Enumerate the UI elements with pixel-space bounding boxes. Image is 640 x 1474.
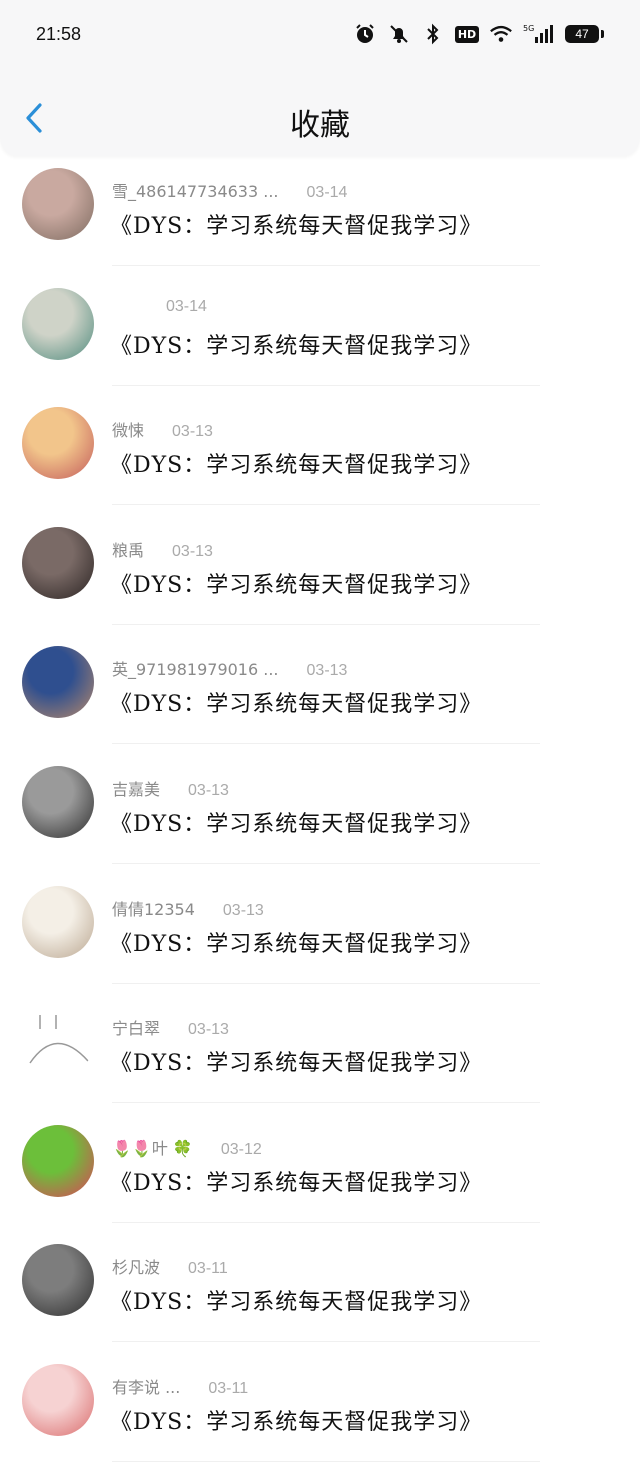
item-meta: 有李说 ... 03-11 xyxy=(112,1374,248,1398)
avatar[interactable] xyxy=(22,646,94,719)
divider xyxy=(112,743,540,745)
item-title[interactable]: 《DYS：学习系统每天督促我学习》 xyxy=(110,686,482,718)
divider xyxy=(112,1341,540,1343)
alarm-icon xyxy=(353,22,377,46)
list-item[interactable]: 微悚 03-13 《DYS：学习系统每天督促我学习》 xyxy=(0,397,640,517)
item-title[interactable]: 《DYS：学习系统每天督促我学习》 xyxy=(110,1404,482,1436)
username[interactable]: 杉凡波 xyxy=(112,1254,160,1278)
item-title[interactable]: 《DYS：学习系统每天督促我学习》 xyxy=(110,567,482,599)
avatar[interactable] xyxy=(22,765,94,838)
hd-icon: HD xyxy=(454,22,480,46)
divider xyxy=(112,384,540,386)
divider xyxy=(112,504,540,506)
battery-indicator: 47 xyxy=(565,25,604,43)
username[interactable]: 宁白翠 xyxy=(112,1015,160,1039)
avatar[interactable] xyxy=(22,1005,94,1078)
item-date: 03-14 xyxy=(306,184,348,201)
item-meta: 03-14 xyxy=(112,298,207,316)
item-meta: 杉凡波 03-11 xyxy=(112,1254,228,1278)
item-meta: 英_971981979016 ... 03-13 xyxy=(112,656,347,680)
list-item[interactable]: 宁白翠 03-13 《DYS：学习系统每天督促我学习》 xyxy=(0,995,640,1115)
divider xyxy=(112,1221,540,1223)
list-item[interactable]: 03-14 《DYS：学习系统每天督促我学习》 xyxy=(0,278,640,398)
avatar[interactable] xyxy=(22,526,94,599)
item-meta: 倩倩12354 03-13 xyxy=(112,896,264,920)
item-date: 03-13 xyxy=(172,542,213,560)
item-meta: 🌷🌷叶 🍀 03-12 xyxy=(112,1135,262,1159)
item-date: 03-13 xyxy=(172,423,213,441)
avatar[interactable] xyxy=(22,1124,94,1197)
avatar[interactable] xyxy=(22,1363,94,1436)
bluetooth-icon xyxy=(421,22,445,46)
item-title[interactable]: 《DYS：学习系统每天督促我学习》 xyxy=(110,926,482,958)
battery-level: 47 xyxy=(565,25,599,43)
username[interactable]: 粮禹 xyxy=(112,537,144,561)
username[interactable]: 雪_486147734633 ... xyxy=(112,178,279,202)
item-date: 03-13 xyxy=(306,662,348,680)
item-date: 03-13 xyxy=(222,901,264,919)
list-item[interactable]: 🌷🌷叶 🍀 03-12 《DYS：学习系统每天督促我学习》 xyxy=(0,1115,640,1235)
page-title: 收藏 xyxy=(290,108,350,143)
divider xyxy=(112,1102,540,1104)
username[interactable]: 吉嘉美 xyxy=(112,776,160,800)
item-title[interactable]: 《DYS：学习系统每天督促我学习》 xyxy=(110,447,482,479)
username[interactable]: 微悚 xyxy=(112,417,144,441)
item-title[interactable]: 《DYS：学习系统每天督促我学习》 xyxy=(110,328,482,360)
status-bar: 21:58 HD 5G 47 xyxy=(0,0,640,72)
avatar[interactable] xyxy=(22,407,94,480)
item-title[interactable]: 《DYS：学习系统每天督促我学习》 xyxy=(110,208,482,240)
divider xyxy=(112,862,540,864)
item-date: 03-13 xyxy=(188,1021,229,1039)
list-item[interactable]: 有李说 ... 03-11 《DYS：学习系统每天督促我学习》 xyxy=(0,1354,640,1474)
status-icons: HD 5G 47 xyxy=(353,22,604,46)
mute-bell-icon xyxy=(387,22,411,46)
item-meta: 雪_486147734633 ... 03-14 xyxy=(112,178,347,202)
avatar[interactable] xyxy=(22,168,94,240)
username[interactable]: 有李说 ... xyxy=(112,1374,180,1398)
list-item[interactable]: 吉嘉美 03-13 《DYS：学习系统每天督促我学习》 xyxy=(0,756,640,876)
item-title[interactable]: 《DYS：学习系统每天督促我学习》 xyxy=(110,1284,482,1316)
list-item[interactable]: 英_971981979016 ... 03-13 《DYS：学习系统每天督促我学习》 xyxy=(0,636,640,756)
divider xyxy=(112,982,540,984)
list-item[interactable]: 杉凡波 03-11 《DYS：学习系统每天督促我学习》 xyxy=(0,1234,640,1354)
divider xyxy=(112,1460,540,1462)
item-date: 03-11 xyxy=(188,1260,228,1278)
username[interactable]: 英_971981979016 ... xyxy=(112,656,279,680)
item-meta: 吉嘉美 03-13 xyxy=(112,776,229,800)
list-item[interactable]: 倩倩12354 03-13 《DYS：学习系统每天督促我学习》 xyxy=(0,876,640,996)
item-date: 03-13 xyxy=(188,781,229,799)
svg-text:5G: 5G xyxy=(523,24,534,33)
status-time: 21:58 xyxy=(36,24,82,44)
username[interactable]: 🌷🌷叶 🍀 xyxy=(112,1135,193,1159)
list-item[interactable]: 雪_486147734633 ... 03-14 《DYS：学习系统每天督促我学习》 xyxy=(0,158,640,278)
header-bar: 收藏 xyxy=(0,72,640,156)
item-date: 03-11 xyxy=(208,1379,249,1397)
item-title[interactable]: 《DYS：学习系统每天督促我学习》 xyxy=(110,1045,482,1077)
favorites-list: 雪_486147734633 ... 03-14 《DYS：学习系统每天督促我学习》… xyxy=(0,158,640,1474)
item-date: 03-12 xyxy=(220,1140,262,1158)
divider xyxy=(112,623,540,625)
item-title[interactable]: 《DYS：学习系统每天督促我学习》 xyxy=(110,1165,482,1197)
signal-icon: 5G xyxy=(523,22,555,46)
item-meta: 宁白翠 03-13 xyxy=(112,1015,229,1039)
item-meta: 微悚 03-13 xyxy=(112,417,213,441)
avatar[interactable] xyxy=(22,287,94,360)
avatar[interactable] xyxy=(22,1244,94,1317)
item-title[interactable]: 《DYS：学习系统每天督促我学习》 xyxy=(110,806,482,838)
list-item[interactable]: 粮禹 03-13 《DYS：学习系统每天督促我学习》 xyxy=(0,517,640,637)
divider xyxy=(112,265,540,266)
item-date: 03-14 xyxy=(166,297,207,315)
avatar[interactable] xyxy=(22,885,94,958)
wifi-icon xyxy=(489,22,513,46)
username[interactable]: 倩倩12354 xyxy=(112,896,195,920)
item-meta: 粮禹 03-13 xyxy=(112,537,213,561)
